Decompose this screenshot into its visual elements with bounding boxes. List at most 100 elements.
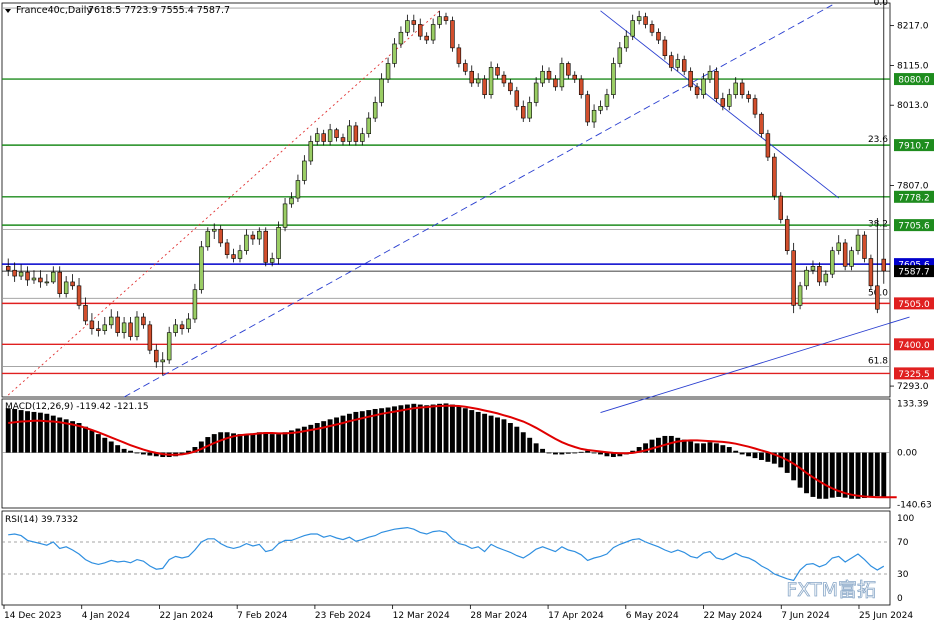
candle-body (578, 78, 584, 95)
candle-body (437, 16, 442, 25)
macd-label: MACD(12,26,9) -119.42 -121.15 (5, 402, 149, 412)
candle-body (186, 318, 191, 330)
candle-body (881, 258, 887, 272)
candle-body (276, 227, 281, 259)
candle-body (269, 258, 275, 263)
fib-label: 0.0 (874, 0, 889, 8)
macd-bar (134, 452, 140, 454)
price-tick-label: 7293.0 (897, 382, 929, 392)
candle-body (70, 281, 75, 287)
macd-bar (250, 433, 256, 453)
candle-body (836, 242, 841, 252)
candle-body (585, 94, 590, 123)
macd-bar (44, 413, 50, 453)
candle-body (694, 86, 700, 95)
macd-tick-label: -140.63 (897, 501, 932, 511)
macd-bar (572, 452, 578, 454)
date-tick-label: 6 May 2024 (626, 611, 679, 621)
candle-body (353, 125, 359, 142)
macd-bar (25, 411, 30, 453)
macd-tick-label: 0.00 (897, 449, 917, 459)
candle-body (521, 106, 526, 119)
macd-bar (404, 404, 410, 453)
candle-body (237, 250, 243, 259)
price-tick-label: 7807.0 (897, 182, 929, 192)
candle-body (250, 234, 256, 240)
candle-body (611, 63, 616, 95)
macd-bar (243, 434, 249, 453)
dropdown-triangle-icon[interactable] (5, 9, 11, 13)
candle-body (327, 129, 333, 142)
candle-body (875, 285, 880, 310)
candle-body (862, 234, 867, 259)
candle-body (25, 271, 30, 281)
candle-body (546, 70, 552, 80)
date-tick-label: 4 Jan 2024 (82, 611, 130, 621)
rsi-tick-label: 100 (897, 514, 914, 524)
macd-bar (314, 423, 320, 453)
macd-bar (482, 413, 488, 453)
macd-tick-label: 133.39 (897, 399, 929, 409)
candle-body (778, 195, 784, 220)
candle-body (630, 20, 635, 37)
candle-body (553, 78, 558, 88)
macd-bar (791, 452, 797, 481)
rsi-label: RSI(14) 39.7332 (5, 515, 78, 525)
macd-bar (855, 452, 861, 499)
macd-bar (140, 452, 146, 455)
macd-bar (218, 432, 224, 453)
candle-body (154, 349, 159, 363)
candle-body (134, 316, 140, 337)
candle-body (141, 316, 146, 326)
macd-bar (321, 421, 327, 453)
candle-body (701, 78, 706, 95)
macd-bar (746, 452, 752, 457)
candle-body (128, 322, 133, 337)
macd-bar (707, 442, 713, 453)
candle-body (18, 271, 24, 277)
candle-body (830, 250, 835, 275)
candle-body (96, 328, 101, 331)
trend-line (7, 10, 440, 396)
candle-body (669, 55, 674, 68)
candle-body (624, 35, 629, 49)
macd-bar (720, 445, 726, 453)
candle-body (804, 269, 809, 287)
macd-bar (578, 451, 584, 453)
candle-body (398, 31, 404, 45)
macd-bar (89, 430, 95, 453)
fib-label: 23.6 (868, 135, 888, 145)
candle-body (257, 230, 262, 240)
fib-label: 61.8 (868, 357, 888, 367)
trend-line (123, 4, 833, 398)
candle-body (714, 70, 719, 99)
level-tag-label: 7778.2 (898, 193, 930, 203)
candle-body (540, 70, 545, 84)
fibonacci-lines: 0.023.638.250.061.8 (2, 0, 890, 367)
candle-body (295, 180, 301, 199)
candle-body (817, 266, 822, 283)
macd-panel: MACD(12,26,9) -119.42 -121.15 (2, 402, 897, 499)
macd-bar (733, 450, 739, 453)
macd-bar (327, 419, 333, 453)
date-tick-label: 22 May 2024 (704, 611, 763, 621)
chart-canvas[interactable]: 0.023.638.250.061.8 MACD(12,26,9) -119.4… (0, 0, 936, 624)
candle-body (810, 266, 816, 271)
macd-bar (591, 452, 597, 454)
macd-bar (224, 432, 230, 453)
candle-body (147, 324, 153, 351)
candle-body (617, 47, 623, 64)
candle-body (495, 67, 500, 76)
candle-body (44, 281, 50, 284)
macd-bar (385, 407, 391, 453)
candle-body (83, 305, 88, 322)
candle-body (38, 277, 43, 283)
candle-body (559, 63, 565, 88)
rsi-tick-label: 30 (897, 570, 909, 580)
level-tag-label: 7910.7 (898, 142, 930, 152)
candle-body (405, 20, 410, 33)
macd-bar (559, 452, 565, 455)
macd-bar (282, 432, 288, 453)
macd-bar (340, 415, 346, 453)
macd-bar (443, 403, 449, 453)
